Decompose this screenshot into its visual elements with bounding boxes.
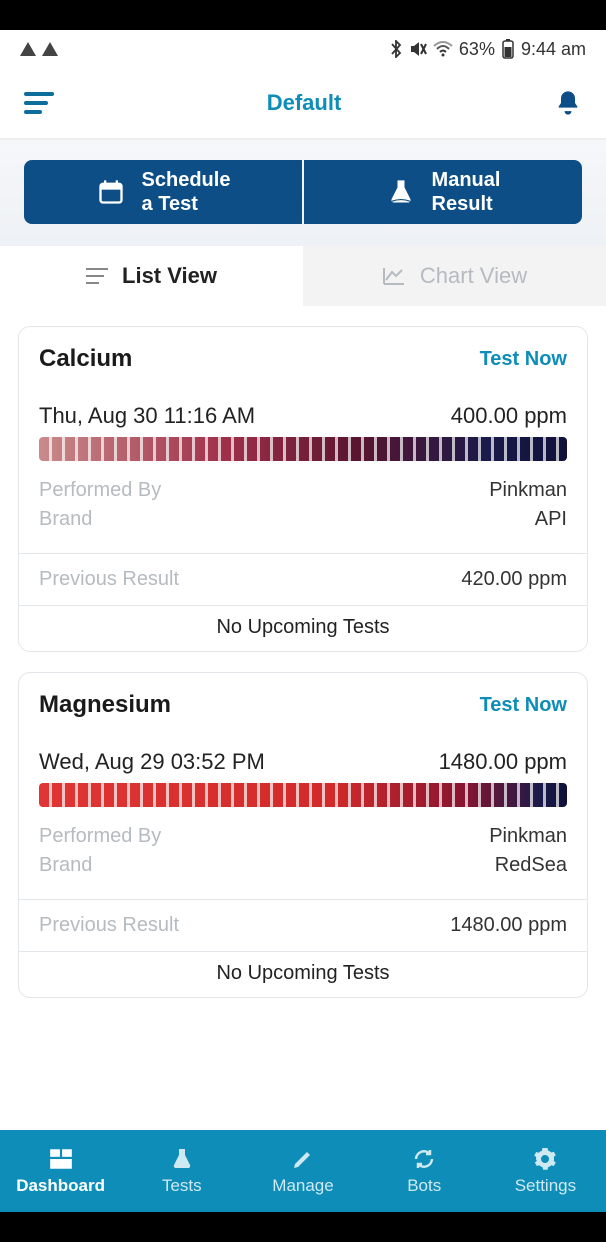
- flask-icon: [169, 1146, 195, 1172]
- previous-result-value: 420.00 ppm: [461, 568, 567, 591]
- previous-result-label: Previous Result: [39, 568, 179, 591]
- previous-result-label: Previous Result: [39, 914, 179, 937]
- chart-icon: [382, 266, 406, 286]
- schedule-test-button[interactable]: Schedule a Test: [24, 160, 302, 224]
- battery-percent: 63%: [459, 39, 495, 60]
- tab-chart-label: Chart View: [420, 263, 527, 289]
- test-now-button[interactable]: Test Now: [480, 348, 567, 371]
- brand-label: Brand: [39, 508, 92, 531]
- result-gradient-bar: [39, 783, 567, 807]
- nav-bots-label: Bots: [407, 1176, 441, 1196]
- nav-bots[interactable]: Bots: [364, 1130, 485, 1212]
- action-row: Schedule a Test Manual Result: [0, 140, 606, 246]
- wifi-icon: [433, 41, 453, 57]
- view-tabs: List View Chart View: [0, 246, 606, 306]
- test-card-calcium: Calcium Test Now Thu, Aug 30 11:16 AM 40…: [18, 326, 588, 652]
- test-value: 1480.00 ppm: [439, 749, 567, 775]
- nav-dashboard-label: Dashboard: [16, 1176, 105, 1196]
- performed-by-value: Pinkman: [489, 479, 567, 502]
- tab-list-view[interactable]: List View: [0, 246, 303, 306]
- performed-by-label: Performed By: [39, 479, 161, 502]
- gear-icon: [532, 1146, 558, 1172]
- bluetooth-icon: [389, 40, 403, 58]
- status-time: 9:44 am: [521, 39, 586, 60]
- tab-list-label: List View: [122, 263, 217, 289]
- nav-dashboard[interactable]: Dashboard: [0, 1130, 121, 1212]
- manual-result-label: Manual Result: [432, 168, 501, 216]
- notifications-button[interactable]: [554, 89, 582, 117]
- battery-icon: [501, 39, 515, 59]
- warning-icon: [42, 42, 58, 56]
- nav-tests[interactable]: Tests: [121, 1130, 242, 1212]
- refresh-icon: [411, 1146, 437, 1172]
- nav-settings-label: Settings: [515, 1176, 576, 1196]
- test-datetime: Wed, Aug 29 03:52 PM: [39, 749, 265, 775]
- calendar-icon: [96, 177, 126, 207]
- result-gradient-bar: [39, 437, 567, 461]
- nav-manage[interactable]: Manage: [242, 1130, 363, 1212]
- nav-tests-label: Tests: [162, 1176, 202, 1196]
- test-datetime: Thu, Aug 30 11:16 AM: [39, 403, 255, 429]
- app-screen: 63% 9:44 am Default Schedule a Test: [0, 30, 606, 1212]
- menu-button[interactable]: [24, 92, 54, 114]
- test-card-magnesium: Magnesium Test Now Wed, Aug 29 03:52 PM …: [18, 672, 588, 998]
- page-title[interactable]: Default: [267, 90, 342, 116]
- brand-value: API: [535, 508, 567, 531]
- pencil-icon: [290, 1146, 316, 1172]
- mute-icon: [409, 40, 427, 58]
- tab-chart-view[interactable]: Chart View: [303, 246, 606, 306]
- dashboard-icon: [48, 1146, 74, 1172]
- status-left: [20, 42, 58, 56]
- nav-settings[interactable]: Settings: [485, 1130, 606, 1212]
- test-value: 400.00 ppm: [451, 403, 567, 429]
- bottom-nav: Dashboard Tests Manage Bots Settings: [0, 1130, 606, 1212]
- content-area[interactable]: Calcium Test Now Thu, Aug 30 11:16 AM 40…: [0, 306, 606, 1130]
- flask-icon: [386, 177, 416, 207]
- status-bar: 63% 9:44 am: [0, 30, 606, 68]
- warning-icon: [20, 42, 36, 56]
- no-upcoming-label: No Upcoming Tests: [19, 605, 587, 651]
- test-name: Magnesium: [39, 691, 171, 719]
- previous-result-value: 1480.00 ppm: [450, 914, 567, 937]
- brand-label: Brand: [39, 854, 92, 877]
- test-now-button[interactable]: Test Now: [480, 694, 567, 717]
- brand-value: RedSea: [495, 854, 567, 877]
- no-upcoming-label: No Upcoming Tests: [19, 951, 587, 997]
- list-icon: [86, 268, 108, 284]
- status-right: 63% 9:44 am: [389, 39, 586, 60]
- app-header: Default: [0, 68, 606, 140]
- test-name: Calcium: [39, 345, 132, 373]
- manual-result-button[interactable]: Manual Result: [304, 160, 582, 224]
- schedule-test-label: Schedule a Test: [142, 168, 231, 216]
- nav-manage-label: Manage: [272, 1176, 333, 1196]
- performed-by-label: Performed By: [39, 825, 161, 848]
- performed-by-value: Pinkman: [489, 825, 567, 848]
